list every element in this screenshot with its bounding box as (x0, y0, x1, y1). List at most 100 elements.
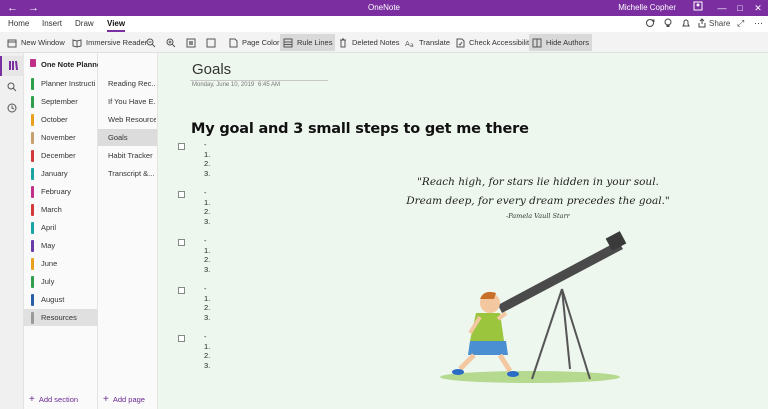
page-item[interactable]: Reading Rec... (98, 75, 157, 92)
fullscreen-icon[interactable]: ⤢ (737, 18, 744, 29)
zoom-100-button[interactable] (183, 34, 203, 51)
goal-line[interactable]: - (204, 237, 207, 245)
new-window-label: New Window (21, 38, 65, 47)
translate-button[interactable]: Aa Translate (402, 34, 453, 51)
title-underline (190, 80, 328, 81)
page-canvas[interactable]: Goals Monday, June 10, 2019 6:45 AM My g… (158, 53, 768, 409)
recent-notes-button[interactable] (0, 98, 24, 118)
close-icon[interactable]: ✕ (750, 1, 766, 15)
add-page-button[interactable]: + Add page (103, 394, 145, 405)
book-icon (72, 38, 82, 48)
section-item[interactable]: August (24, 291, 98, 308)
minimize-icon[interactable]: — (714, 1, 730, 15)
page-heading[interactable]: My goal and 3 small steps to get me ther… (191, 121, 529, 137)
zoom-out-button[interactable] (143, 34, 163, 51)
quote-line-1: "Reach high, for stars lie hidden in you… (417, 176, 659, 188)
goal-line[interactable]: - (204, 189, 207, 197)
goal-line[interactable]: 3. (204, 361, 210, 370)
zoom-out-icon (146, 38, 156, 48)
page-item[interactable]: Transcript &... (98, 165, 157, 182)
tab-view[interactable]: View (107, 19, 126, 32)
user-account-icon[interactable] (690, 1, 706, 15)
section-item[interactable]: November (24, 129, 98, 146)
goal-line[interactable]: 1. (204, 294, 210, 303)
page-label: Web Resources (108, 115, 156, 124)
immersive-reader-button[interactable]: Immersive Reader (69, 34, 150, 51)
section-label: August (41, 295, 65, 304)
pages-panel: Reading Rec... If You Have E... Web Resour… (98, 53, 158, 409)
goal-line[interactable]: 1. (204, 150, 210, 159)
goal-line[interactable]: 3. (204, 265, 210, 274)
telescope-illustration (440, 231, 627, 383)
section-color-tab (31, 294, 34, 306)
tab-home[interactable]: Home (8, 19, 29, 28)
page-width-button[interactable] (203, 34, 223, 51)
rule-lines-icon (283, 38, 293, 48)
section-color-tab (31, 168, 34, 180)
tab-draw[interactable]: Draw (75, 19, 94, 28)
quote[interactable]: "Reach high, for stars lie hidden in you… (373, 173, 703, 211)
goal-line[interactable]: 3. (204, 313, 210, 322)
sync-icon[interactable] (645, 18, 655, 30)
page-color-button[interactable]: Page Color (225, 34, 283, 51)
section-item[interactable]: April (24, 219, 98, 236)
goal-line[interactable]: 2. (204, 208, 210, 216)
page-item[interactable]: Goals (98, 129, 157, 146)
goal-line[interactable]: 2. (204, 304, 210, 312)
goal-line[interactable]: 2. (204, 352, 210, 360)
section-label: January (41, 169, 68, 178)
page-item[interactable]: Web Resources (98, 111, 157, 128)
section-item[interactable]: May (24, 237, 98, 254)
new-window-button[interactable]: New Window (4, 34, 68, 51)
goal-line[interactable]: 2. (204, 256, 210, 264)
section-item[interactable]: October (24, 111, 98, 128)
check-accessibility-button[interactable]: Check Accessibility (452, 34, 536, 51)
checkbox[interactable] (178, 239, 185, 246)
section-item[interactable]: February (24, 183, 98, 200)
zoom-in-button[interactable] (163, 34, 183, 51)
page-title[interactable]: Goals (192, 61, 231, 78)
checkbox[interactable] (178, 191, 185, 198)
tab-insert[interactable]: Insert (42, 19, 62, 28)
page-item[interactable]: If You Have E... (98, 93, 157, 110)
share-button[interactable]: Share (697, 18, 730, 28)
goal-line[interactable]: - (204, 285, 207, 293)
page-label: If You Have E... (108, 97, 156, 106)
hide-authors-button[interactable]: Hide Authors (529, 34, 592, 51)
checkbox[interactable] (178, 287, 185, 294)
section-item[interactable]: July (24, 273, 98, 290)
notifications-icon[interactable] (681, 18, 691, 30)
section-color-tab (31, 132, 34, 144)
checkbox[interactable] (178, 143, 185, 150)
deleted-notes-button[interactable]: Deleted Notes (335, 34, 403, 51)
goal-line[interactable]: 1. (204, 246, 210, 255)
page-item[interactable]: Habit Tracker (98, 147, 157, 164)
plus-icon: + (103, 394, 109, 405)
checkbox[interactable] (178, 335, 185, 342)
goal-line[interactable]: - (204, 333, 207, 341)
goal-line[interactable]: - (204, 141, 207, 149)
rule-lines-label: Rule Lines (297, 38, 333, 47)
user-name[interactable]: Michelle Copher (618, 3, 676, 12)
add-section-button[interactable]: + Add section (29, 394, 78, 405)
goal-line[interactable]: 1. (204, 342, 210, 351)
goal-line[interactable]: 3. (204, 169, 210, 178)
section-item[interactable]: January (24, 165, 98, 182)
more-options-icon[interactable]: ⋯ (754, 18, 763, 29)
maximize-icon[interactable]: □ (732, 1, 748, 15)
lightbulb-icon[interactable] (663, 18, 673, 30)
section-item[interactable]: Planner Instructi... (24, 75, 98, 92)
search-button[interactable] (0, 77, 24, 97)
goal-line[interactable]: 1. (204, 198, 210, 207)
rule-lines-button[interactable]: Rule Lines (280, 34, 336, 51)
section-item[interactable]: June (24, 255, 98, 272)
goal-line[interactable]: 3. (204, 217, 210, 226)
share-label: Share (709, 18, 731, 28)
goal-line[interactable]: 2. (204, 160, 210, 168)
section-item[interactable]: March (24, 201, 98, 218)
section-item[interactable]: September (24, 93, 98, 110)
section-item[interactable]: December (24, 147, 98, 164)
section-item[interactable]: Resources (24, 309, 98, 326)
zoom-in-icon (166, 38, 176, 48)
notebooks-button[interactable] (0, 56, 24, 76)
